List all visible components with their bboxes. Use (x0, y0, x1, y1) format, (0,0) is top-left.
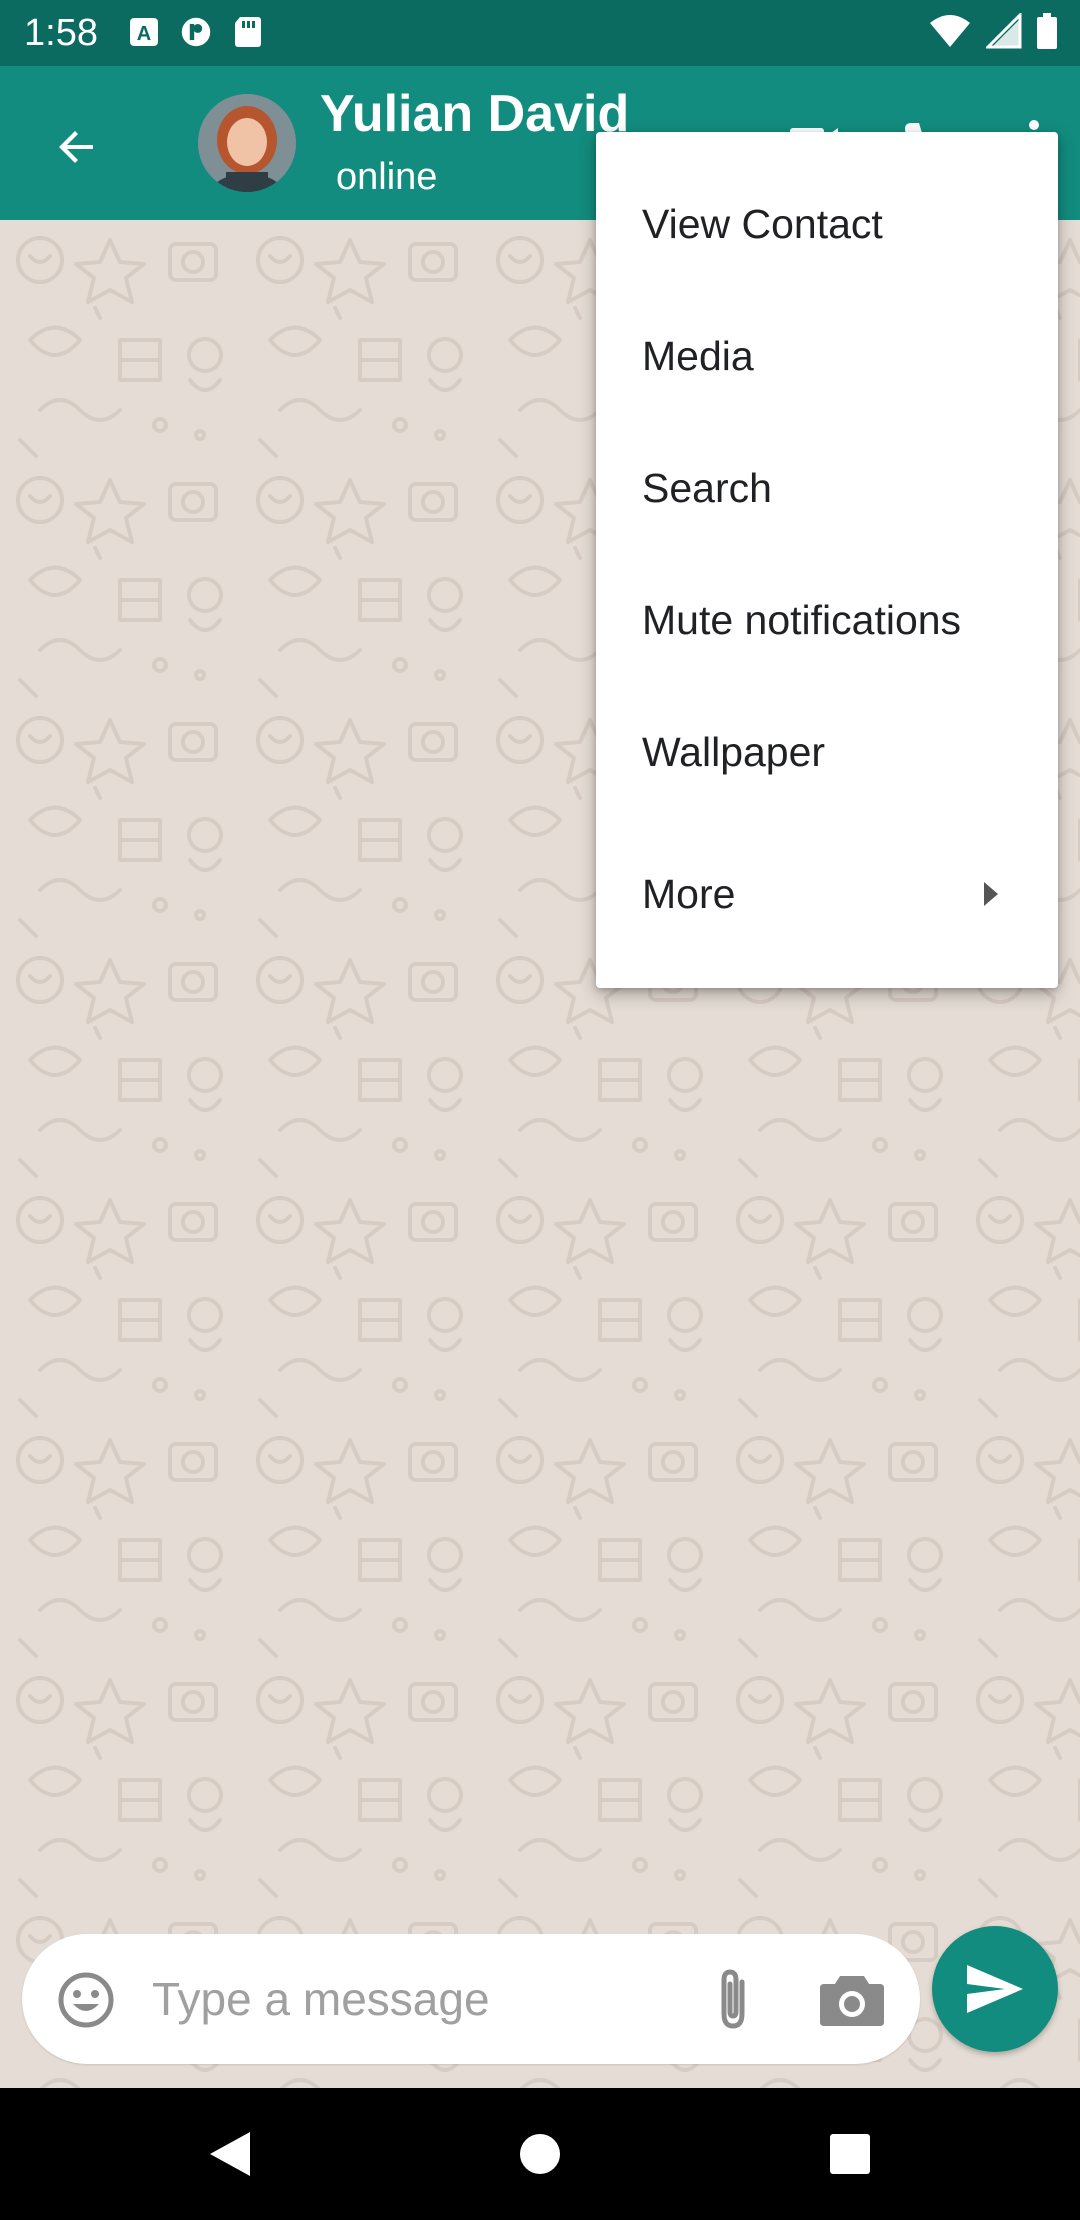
p-badge-icon (181, 17, 211, 47)
menu-item-wallpaper[interactable]: Wallpaper (596, 686, 1058, 818)
emoji-icon[interactable] (56, 1970, 116, 2030)
a-badge-icon: A (130, 18, 158, 46)
nav-home-button[interactable] (510, 2124, 570, 2184)
overflow-popup-menu: View Contact Media Search Mute notificat… (596, 132, 1058, 988)
arrow-back-icon (59, 131, 93, 163)
contact-name[interactable]: Yulian David (320, 82, 629, 146)
battery-icon (1037, 13, 1057, 49)
menu-item-label: Media (642, 332, 754, 379)
svg-text:A: A (137, 23, 151, 45)
nav-back-button[interactable] (200, 2124, 260, 2184)
back-triangle-icon (210, 2132, 250, 2176)
recents-square-icon (830, 2134, 870, 2174)
nav-recents-button[interactable] (820, 2124, 880, 2184)
menu-item-media[interactable]: Media (596, 290, 1058, 422)
contact-avatar[interactable] (198, 94, 296, 192)
menu-item-label: Mute notifications (642, 596, 962, 643)
submenu-arrow-icon (984, 882, 998, 906)
menu-item-search[interactable]: Search (596, 422, 1058, 554)
paperclip-icon[interactable] (698, 1964, 768, 2034)
menu-item-more[interactable]: More (596, 818, 1058, 970)
camera-icon[interactable] (818, 1966, 886, 2032)
send-button[interactable] (932, 1926, 1058, 2052)
back-button[interactable] (40, 110, 114, 184)
menu-item-label: View Contact (642, 200, 883, 247)
menu-item-mute-notifications[interactable]: Mute notifications (596, 554, 1058, 686)
contact-status: online (336, 156, 438, 198)
sd-card-icon (235, 17, 261, 47)
home-circle-icon (520, 2134, 560, 2174)
system-navigation-bar (0, 2088, 1080, 2220)
menu-item-view-contact[interactable]: View Contact (596, 158, 1058, 290)
status-notification-icons: A (128, 14, 264, 50)
status-time: 1:58 (24, 12, 98, 54)
status-bar: 1:58 A (0, 0, 1080, 66)
status-system-icons (928, 12, 1058, 50)
message-composer (22, 1934, 920, 2064)
chat-screen: 1:58 A Yulian David online View Contact … (0, 0, 1080, 2220)
signal-icon (986, 13, 1022, 49)
send-icon (967, 1965, 1023, 2013)
message-input[interactable] (152, 1962, 692, 2036)
menu-item-label: Search (642, 464, 772, 511)
avatar-image (198, 94, 296, 192)
menu-item-label: More (642, 870, 736, 917)
menu-item-label: Wallpaper (642, 728, 826, 775)
wifi-icon (930, 15, 970, 47)
